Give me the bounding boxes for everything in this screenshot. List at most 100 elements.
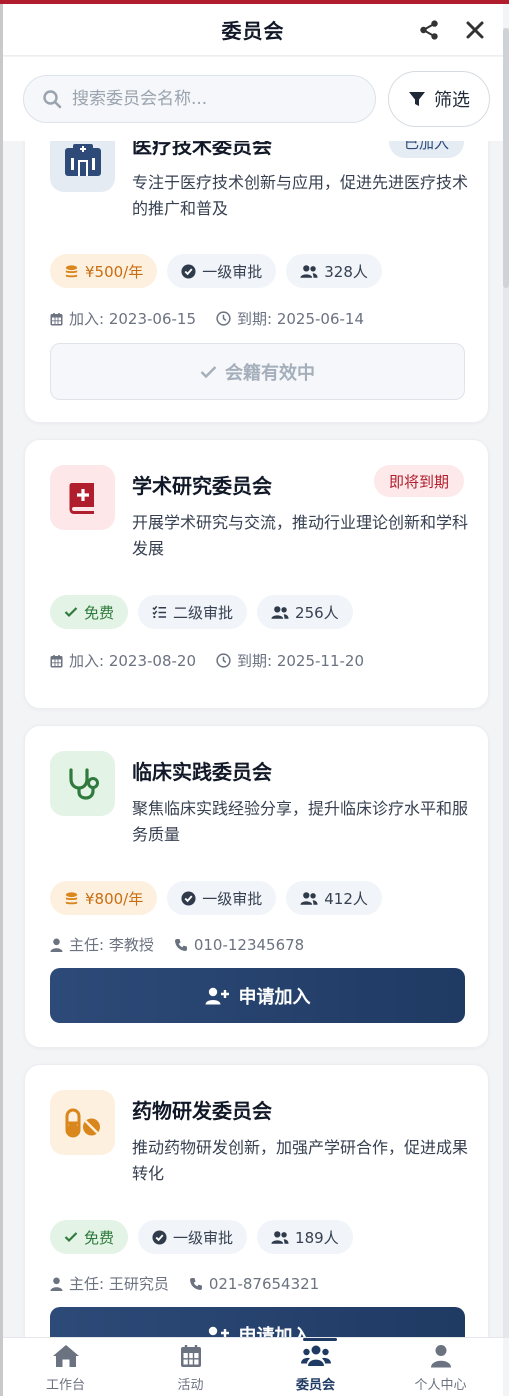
home-icon [52, 1345, 79, 1367]
phone[interactable]: 010-12345678 [174, 934, 304, 955]
scroll-thumb[interactable] [503, 28, 509, 288]
user-tie-icon [50, 1277, 63, 1291]
active-nav-indicator [303, 1338, 337, 1341]
share-button[interactable] [415, 16, 443, 44]
approval-label: 一级审批 [173, 1228, 234, 1247]
committee-description: 开展学术研究与交流，推动行业理论创新和学科发展 [132, 513, 469, 558]
members-label: 412人 [324, 889, 368, 908]
nav-label: 工作台 [45, 1378, 85, 1393]
committee-card: 药物研发委员会 推动药物研发创新，加强产学研合作，促进成果转化 免费 一级审批 … [24, 1064, 489, 1337]
expire-date: 到期: 2025-11-20 [216, 650, 364, 671]
close-icon [466, 21, 484, 39]
pills-icon [65, 1108, 100, 1137]
tag-row: 免费 二级审批 256人 [50, 595, 353, 629]
meta-row: 加入: 2023-08-20 到期: 2025-11-20 [50, 650, 364, 671]
committee-title: 医疗技术委员会 [132, 141, 272, 158]
meta-row: 加入: 2023-06-15 到期: 2025-06-14 [50, 308, 364, 329]
members-label: 328人 [324, 262, 368, 281]
members-tag: 256人 [257, 595, 353, 629]
approval-label: 二级审批 [173, 603, 234, 622]
nav-label: 委员会 [295, 1378, 335, 1393]
approval-tag: 一级审批 [167, 881, 277, 915]
apply-join-button[interactable]: 申请加入 [50, 968, 465, 1023]
scrollbar[interactable] [503, 28, 509, 1338]
fee-tag: ¥500/年 [50, 254, 158, 288]
calendar-icon [50, 654, 63, 667]
apply-join-button[interactable]: 申请加入 [50, 1307, 465, 1337]
user-plus-icon [208, 1326, 229, 1337]
nav-item-workbench[interactable]: 工作台 [3, 1338, 128, 1396]
check-icon [64, 607, 78, 618]
filter-icon [409, 92, 425, 106]
user-plus-icon [205, 987, 229, 1004]
search-icon [43, 90, 62, 109]
director-label: 主任: 李教授 [69, 936, 154, 954]
committee-title: 临床实践委员会 [132, 760, 272, 784]
nav-item-activities[interactable]: 活动 [128, 1338, 253, 1396]
check-icon [200, 365, 217, 378]
fee-tag: 免费 [50, 1220, 129, 1254]
apply-join-label: 申请加入 [238, 1325, 311, 1338]
phone-label: 021-87654321 [208, 1274, 320, 1293]
committee-icon-box [50, 751, 115, 816]
check-circle-icon [181, 890, 196, 906]
approval-label: 一级审批 [202, 889, 263, 908]
tag-row: 免费 一级审批 189人 [50, 1220, 353, 1254]
members-tag: 328人 [286, 254, 382, 288]
join-date-label: 加入: 2023-06-15 [69, 310, 196, 328]
phone-icon [189, 1277, 202, 1290]
committee-title: 学术研究委员会 [132, 474, 272, 498]
search-input[interactable] [72, 89, 352, 109]
expire-date-label: 到期: 2025-06-14 [237, 310, 364, 328]
fee-label: ¥500/年 [85, 262, 144, 281]
users-icon [300, 1345, 331, 1366]
join-date: 加入: 2023-08-20 [50, 650, 196, 671]
header: 委员会 [3, 4, 503, 56]
apply-join-label: 申请加入 [238, 986, 311, 1008]
coins-icon [65, 891, 78, 904]
director: 主任: 李教授 [50, 934, 154, 955]
nav-item-committee[interactable]: 委员会 [253, 1338, 378, 1396]
users-icon [271, 605, 289, 619]
check-circle-icon [152, 1229, 167, 1245]
committee-description: 聚焦临床实践经验分享，提升临床诊疗水平和服务质量 [132, 799, 469, 844]
nav-label: 活动 [177, 1378, 204, 1393]
filter-label: 筛选 [434, 90, 470, 111]
committee-icon-box [50, 1090, 115, 1155]
committee-description: 推动药物研发创新，加强产学研合作，促进成果转化 [132, 1138, 469, 1183]
status-badge: 已加入 [388, 141, 464, 158]
tag-row: ¥500/年 一级审批 328人 [50, 254, 382, 288]
fee-tag: ¥800/年 [50, 881, 158, 915]
committee-title: 药物研发委员会 [132, 1099, 272, 1123]
committee-list[interactable]: 医疗技术委员会 已加入 专注于医疗技术创新与应用，促进先进医疗技术的推广和普及 … [3, 141, 503, 1337]
approval-tag: 一级审批 [138, 1220, 248, 1254]
meta-row: 主任: 王研究员 021-87654321 [50, 1273, 319, 1294]
clock-icon [216, 653, 231, 668]
committee-icon-box [50, 141, 115, 192]
users-icon [300, 264, 318, 278]
calendar-icon [180, 1345, 201, 1367]
close-button[interactable] [461, 16, 489, 44]
status-badge: 即将到期 [373, 465, 464, 497]
users-icon [300, 891, 318, 905]
search-field[interactable] [23, 75, 376, 123]
members-label: 256人 [295, 603, 339, 622]
expire-date-label: 到期: 2025-11-20 [237, 652, 364, 670]
committee-icon-box [50, 465, 115, 530]
users-icon [271, 1230, 289, 1244]
membership-active-label: 会籍有效中 [225, 362, 315, 384]
expire-date: 到期: 2025-06-14 [216, 308, 364, 329]
stethoscope-icon [68, 767, 99, 800]
membership-active-button: 会籍有效中 [50, 343, 465, 400]
approval-tag: 二级审批 [138, 595, 248, 629]
hospital-icon [64, 143, 101, 176]
fee-label: 免费 [84, 603, 115, 622]
approval-label: 一级审批 [202, 262, 263, 281]
phone[interactable]: 021-87654321 [189, 1273, 319, 1294]
nav-item-profile[interactable]: 个人中心 [378, 1338, 503, 1396]
join-date-label: 加入: 2023-08-20 [69, 652, 196, 670]
page-title: 委员会 [221, 19, 285, 43]
filter-button[interactable]: 筛选 [388, 71, 490, 127]
phone-icon [174, 938, 187, 951]
search-bar: 筛选 [3, 57, 503, 141]
